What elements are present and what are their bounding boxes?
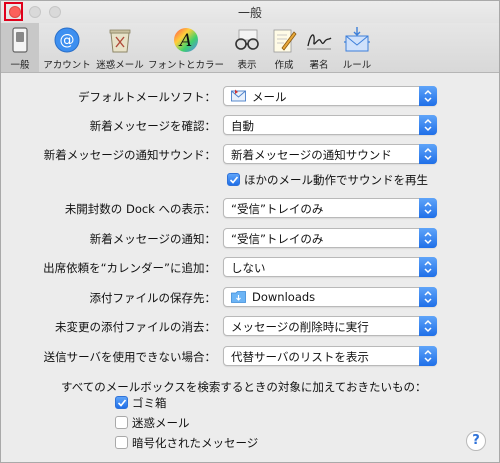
remove-attachments-popup[interactable]: メッセージの削除時に実行 — [223, 316, 437, 336]
check-new-popup[interactable]: 自動 — [223, 115, 437, 135]
tab-rules[interactable]: ルール — [337, 23, 377, 72]
play-sounds-label: ほかのメール動作でサウンドを再生 — [244, 173, 428, 187]
preferences-toolbar: 一般 @ アカウント 迷惑メール A フォントとカラー 表示 作成 署名 ルール — [1, 23, 499, 73]
server-unavailable-label: 送信サーバを使用できない場合： — [43, 350, 216, 364]
signature-icon — [307, 34, 332, 50]
search-trash-checkbox[interactable] — [115, 396, 128, 409]
help-button[interactable]: ? — [466, 431, 486, 451]
svg-text:@: @ — [60, 31, 75, 49]
at-sign-icon: @ — [54, 27, 80, 53]
chevron-updown-icon — [419, 316, 437, 336]
tab-rules-label: ルール — [342, 60, 372, 71]
notify-sound-value: 新着メッセージの通知サウンド — [231, 148, 392, 162]
search-trash-label: ゴミ箱 — [132, 396, 167, 410]
check-new-label: 新着メッセージを確認： — [89, 119, 216, 133]
font-color-icon: A — [174, 28, 198, 52]
tab-accounts-label: アカウント — [43, 60, 91, 71]
new-notify-label: 新着メッセージの通知： — [89, 232, 216, 246]
new-notify-popup[interactable]: “受信”トレイのみ — [223, 228, 437, 248]
search-junk-label: 迷惑メール — [132, 416, 190, 430]
pen-paper-icon — [273, 29, 297, 53]
download-folder-label: 添付ファイルの保存先： — [89, 291, 217, 305]
tab-signatures-label: 署名 — [309, 60, 329, 71]
chevron-updown-icon — [419, 287, 437, 307]
tab-general-label: 一般 — [10, 60, 30, 71]
tab-junk-mail-label: 迷惑メール — [96, 60, 144, 71]
tab-composing[interactable]: 作成 — [267, 23, 301, 72]
tab-viewing-label: 表示 — [237, 60, 257, 71]
server-unavailable-value: 代替サーバのリストを表示 — [231, 350, 369, 364]
glasses-icon — [235, 29, 259, 50]
tab-signatures[interactable]: 署名 — [301, 23, 337, 72]
dock-unread-popup[interactable]: “受信”トレイのみ — [223, 198, 437, 218]
tab-viewing[interactable]: 表示 — [227, 23, 267, 72]
tab-composing-label: 作成 — [274, 60, 294, 71]
search-junk-checkbox[interactable] — [115, 416, 128, 429]
play-sounds-checkbox[interactable] — [227, 173, 240, 186]
remove-attachments-value: メッセージの削除時に実行 — [231, 320, 369, 334]
title-bar: 一般 — [1, 1, 499, 23]
chevron-updown-icon — [419, 346, 437, 366]
new-notify-value: “受信”トレイのみ — [231, 232, 324, 246]
chevron-updown-icon — [419, 198, 437, 218]
chevron-updown-icon — [419, 115, 437, 135]
add-invites-label: 出席依頼を“カレンダー”に追加： — [43, 261, 216, 275]
chevron-updown-icon — [419, 144, 437, 164]
search-encrypted-checkbox[interactable] — [115, 436, 128, 449]
dock-unread-label: 未開封数の Dock への表示： — [64, 202, 216, 216]
download-folder-popup[interactable]: Downloads — [223, 287, 437, 307]
svg-text:A: A — [178, 31, 192, 51]
default-mail-value: メール — [252, 90, 287, 104]
mail-preferences-window: 一般 一般 @ アカウント 迷惑メール A フォントとカラー 表示 作成 署名 … — [0, 0, 500, 463]
window-title: 一般 — [237, 6, 262, 20]
folder-icon — [231, 291, 246, 303]
tab-fonts-colors-label: フォントとカラー — [147, 60, 224, 71]
search-encrypted-label: 暗号化されたメッセージ — [132, 436, 259, 450]
dock-unread-value: “受信”トレイのみ — [231, 202, 324, 216]
check-new-value: 自動 — [231, 119, 254, 133]
remove-attachments-label: 未変更の添付ファイルの消去： — [55, 320, 216, 334]
search-section-title: すべてのメールボックスを検索するときの対象に加えておきたいもの： — [61, 380, 427, 394]
tab-junk-mail[interactable]: 迷惑メール — [95, 23, 145, 72]
chevron-updown-icon — [419, 86, 437, 106]
mail-app-icon — [231, 89, 246, 102]
general-switch-icon — [12, 27, 28, 53]
notify-sound-label: 新着メッセージの通知サウンド： — [43, 148, 216, 162]
default-mail-label: デフォルトメールソフト： — [78, 90, 216, 104]
add-invites-value: しない — [231, 261, 266, 275]
tab-general[interactable]: 一般 — [1, 23, 39, 72]
add-invites-popup[interactable]: しない — [223, 257, 437, 277]
notify-sound-popup[interactable]: 新着メッセージの通知サウンド — [223, 144, 437, 164]
server-unavailable-popup[interactable]: 代替サーバのリストを表示 — [223, 346, 437, 366]
rules-envelope-icon — [344, 27, 370, 52]
download-folder-value: Downloads — [252, 290, 316, 304]
junk-trash-icon — [109, 29, 131, 53]
chevron-updown-icon — [419, 257, 437, 277]
default-mail-popup[interactable]: メール — [223, 86, 437, 106]
tab-accounts[interactable]: @ アカウント — [39, 23, 95, 72]
chevron-updown-icon — [419, 228, 437, 248]
tab-fonts-colors[interactable]: A フォントとカラー — [145, 23, 227, 72]
